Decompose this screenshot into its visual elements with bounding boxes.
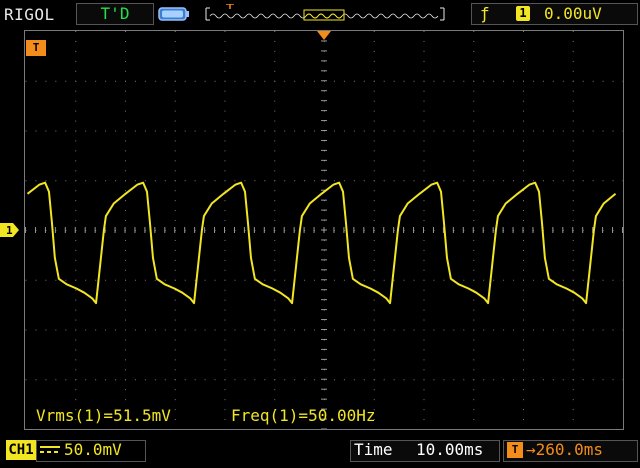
ch1-offset-marker[interactable]: 1 <box>0 222 20 238</box>
ch1-badge[interactable]: CH1 <box>6 440 36 460</box>
trigger-level: 0.00uV <box>544 4 602 23</box>
graticule-axes <box>25 31 623 429</box>
trigger-position-value: →260.0ms <box>526 440 604 459</box>
battery-icon <box>158 7 189 21</box>
rising-edge-icon: ƒ <box>480 4 490 23</box>
measurement-frequency: Freq(1)=50.00Hz <box>231 406 376 425</box>
trigger-position-marker[interactable] <box>316 30 332 42</box>
trigger-source-badge: 1 <box>516 6 530 21</box>
timebase-value: 10.00ms <box>416 440 484 459</box>
trigger-level-marker[interactable]: T <box>26 40 46 56</box>
measurement-vrms: Vrms(1)=51.5mV <box>36 406 171 425</box>
waveform-display[interactable] <box>24 30 624 430</box>
ch1-vertical-scale: 50.0mV <box>64 440 122 459</box>
trigger-status: T'D <box>76 3 154 25</box>
timebase-label: Time <box>354 440 393 459</box>
trigger-position-icon: T <box>507 442 523 458</box>
ch1-marker-label: 1 <box>6 224 13 237</box>
ch1-waveform-trace <box>26 181 617 305</box>
brand-logo: RIGOL <box>4 5 55 24</box>
memory-position-bar[interactable] <box>204 4 446 24</box>
trigger-panel[interactable]: ƒ 1 0.00uV <box>471 3 638 25</box>
dc-coupling-icon <box>40 446 60 453</box>
